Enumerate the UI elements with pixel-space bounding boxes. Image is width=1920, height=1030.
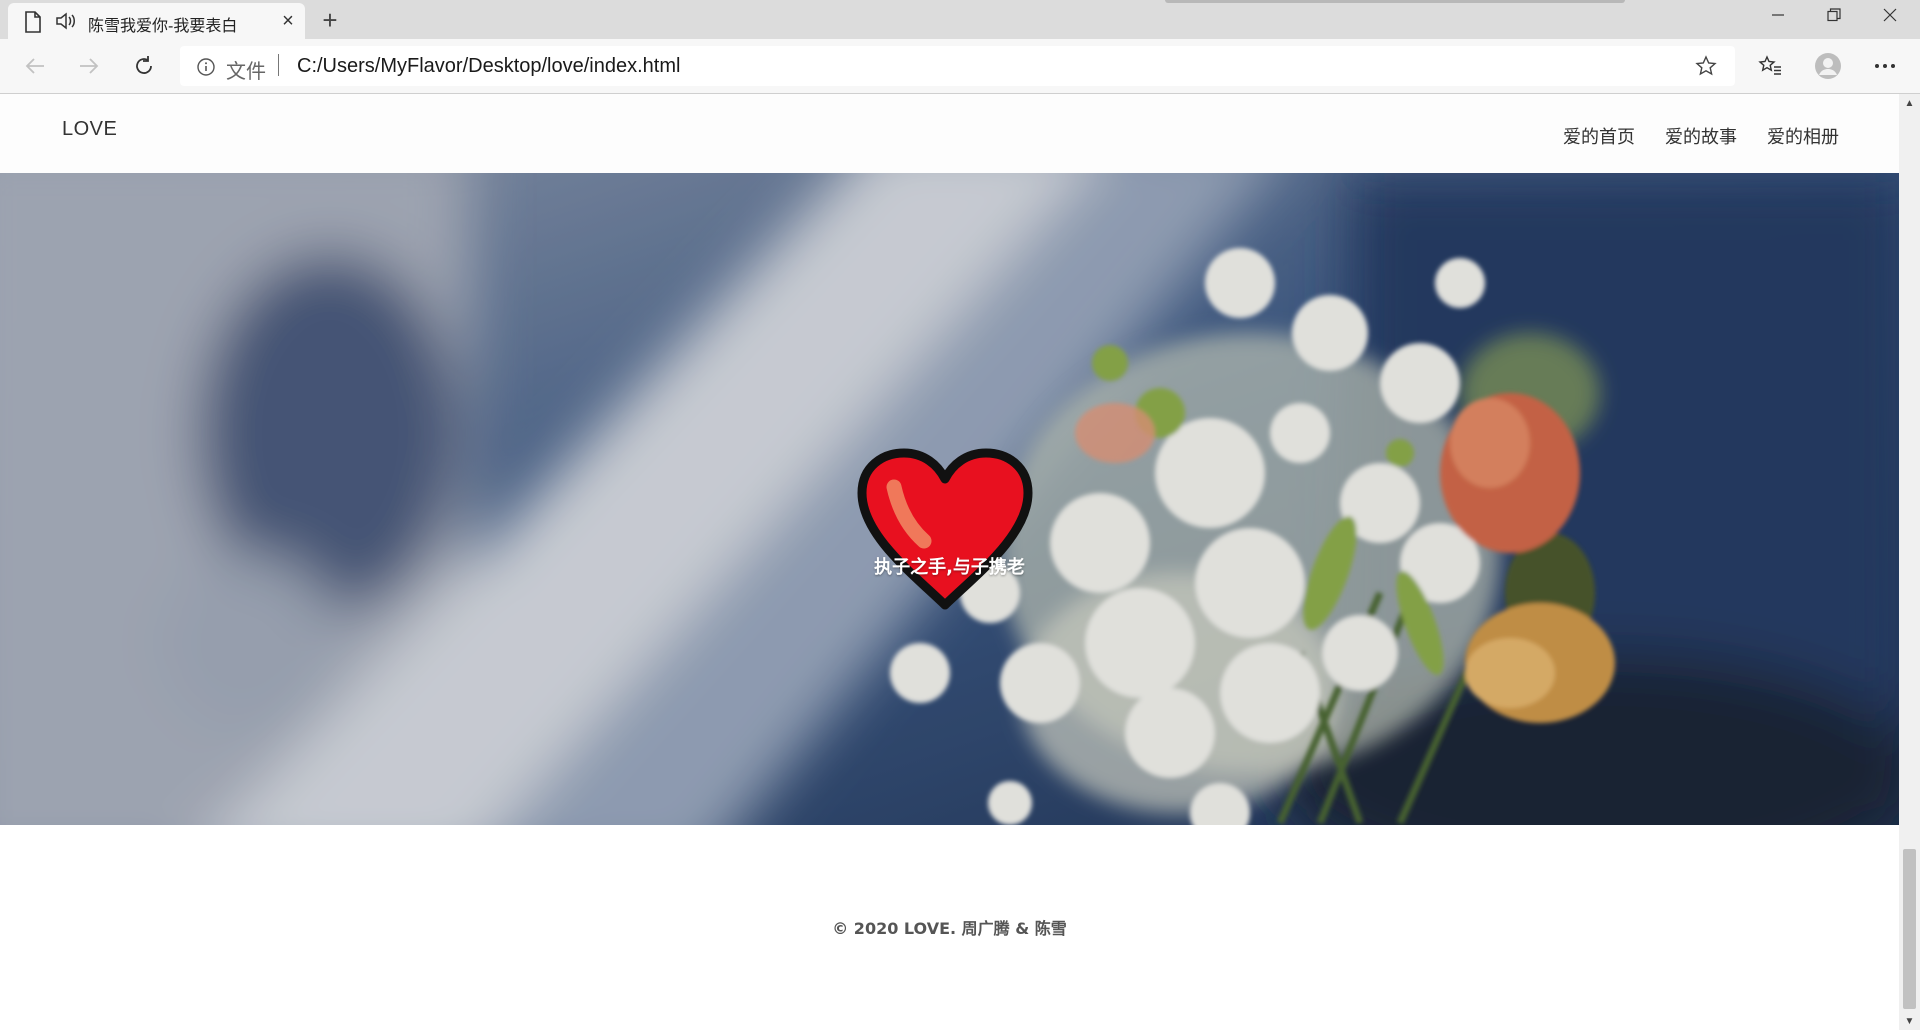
star-icon[interactable] [1695,55,1717,82]
page-icon [24,11,42,38]
favorites-button[interactable] [1753,49,1787,83]
hero-tagline: 执子之手,与子携老 [874,557,1025,578]
hero-banner: 执子之手,与子携老 [0,173,1899,825]
page-viewport: LOVE 爱的首页 爱的故事 爱的相册 执子之手,与子携老 © 2020 LOV… [0,94,1899,1030]
back-button[interactable] [18,49,52,83]
site-header: LOVE 爱的首页 爱的故事 爱的相册 [0,94,1899,173]
browser-tab[interactable]: 陈雪我爱你-我要表白 × [8,3,305,39]
scroll-down-button[interactable]: ▼ [1899,1012,1920,1030]
tab-title: 陈雪我爱你-我要表白 [88,18,238,35]
favorites-icon [1758,55,1781,75]
address-url[interactable]: C:/Users/MyFlavor/Desktop/love/index.htm… [297,55,680,78]
forward-button[interactable] [72,49,106,83]
address-bar[interactable]: 文件 C:/Users/MyFlavor/Desktop/love/index.… [180,46,1735,86]
profile-avatar-icon [1815,53,1841,79]
profile-button[interactable] [1811,49,1845,83]
close-tab-button[interactable]: × [276,9,300,33]
forward-arrow-icon [80,58,99,74]
tab-strip: 陈雪我爱你-我要表白 × + [0,0,1920,39]
more-button[interactable] [1868,49,1902,83]
new-tab-button[interactable]: + [316,5,344,35]
address-scheme: 文件 [226,61,266,83]
site-nav: 爱的首页 爱的故事 爱的相册 [1563,123,1839,149]
site-footer: © 2020 LOVE. 周广腾 & 陈雪 [0,825,1899,1030]
copyright-text: © 2020 LOVE. 周广腾 & 陈雪 [832,919,1067,938]
address-separator [278,54,279,76]
more-dots-icon [1875,64,1895,68]
browser-toolbar: 文件 C:/Users/MyFlavor/Desktop/love/index.… [0,39,1920,94]
minimize-button[interactable] [1750,0,1806,30]
minimize-icon [1772,14,1784,16]
restore-icon [1827,8,1841,22]
page-scrollbar[interactable]: ▲ ▼ [1899,94,1920,1030]
nav-item-story[interactable]: 爱的故事 [1665,123,1737,149]
back-arrow-icon [25,58,44,74]
nav-item-album[interactable]: 爱的相册 [1767,123,1839,149]
close-icon [1883,8,1897,22]
site-logo[interactable]: LOVE [62,118,117,141]
tab-strip-shadow [1165,0,1625,3]
scroll-up-button[interactable]: ▲ [1899,94,1920,112]
heart-icon [857,448,1033,610]
close-window-button[interactable] [1862,0,1918,30]
nav-item-home[interactable]: 爱的首页 [1563,123,1635,149]
speaker-icon[interactable] [55,12,77,35]
scrollbar-thumb[interactable] [1903,849,1916,1009]
info-icon[interactable] [196,57,216,82]
refresh-button[interactable] [127,49,161,83]
restore-button[interactable] [1806,0,1862,30]
refresh-icon [136,56,152,74]
